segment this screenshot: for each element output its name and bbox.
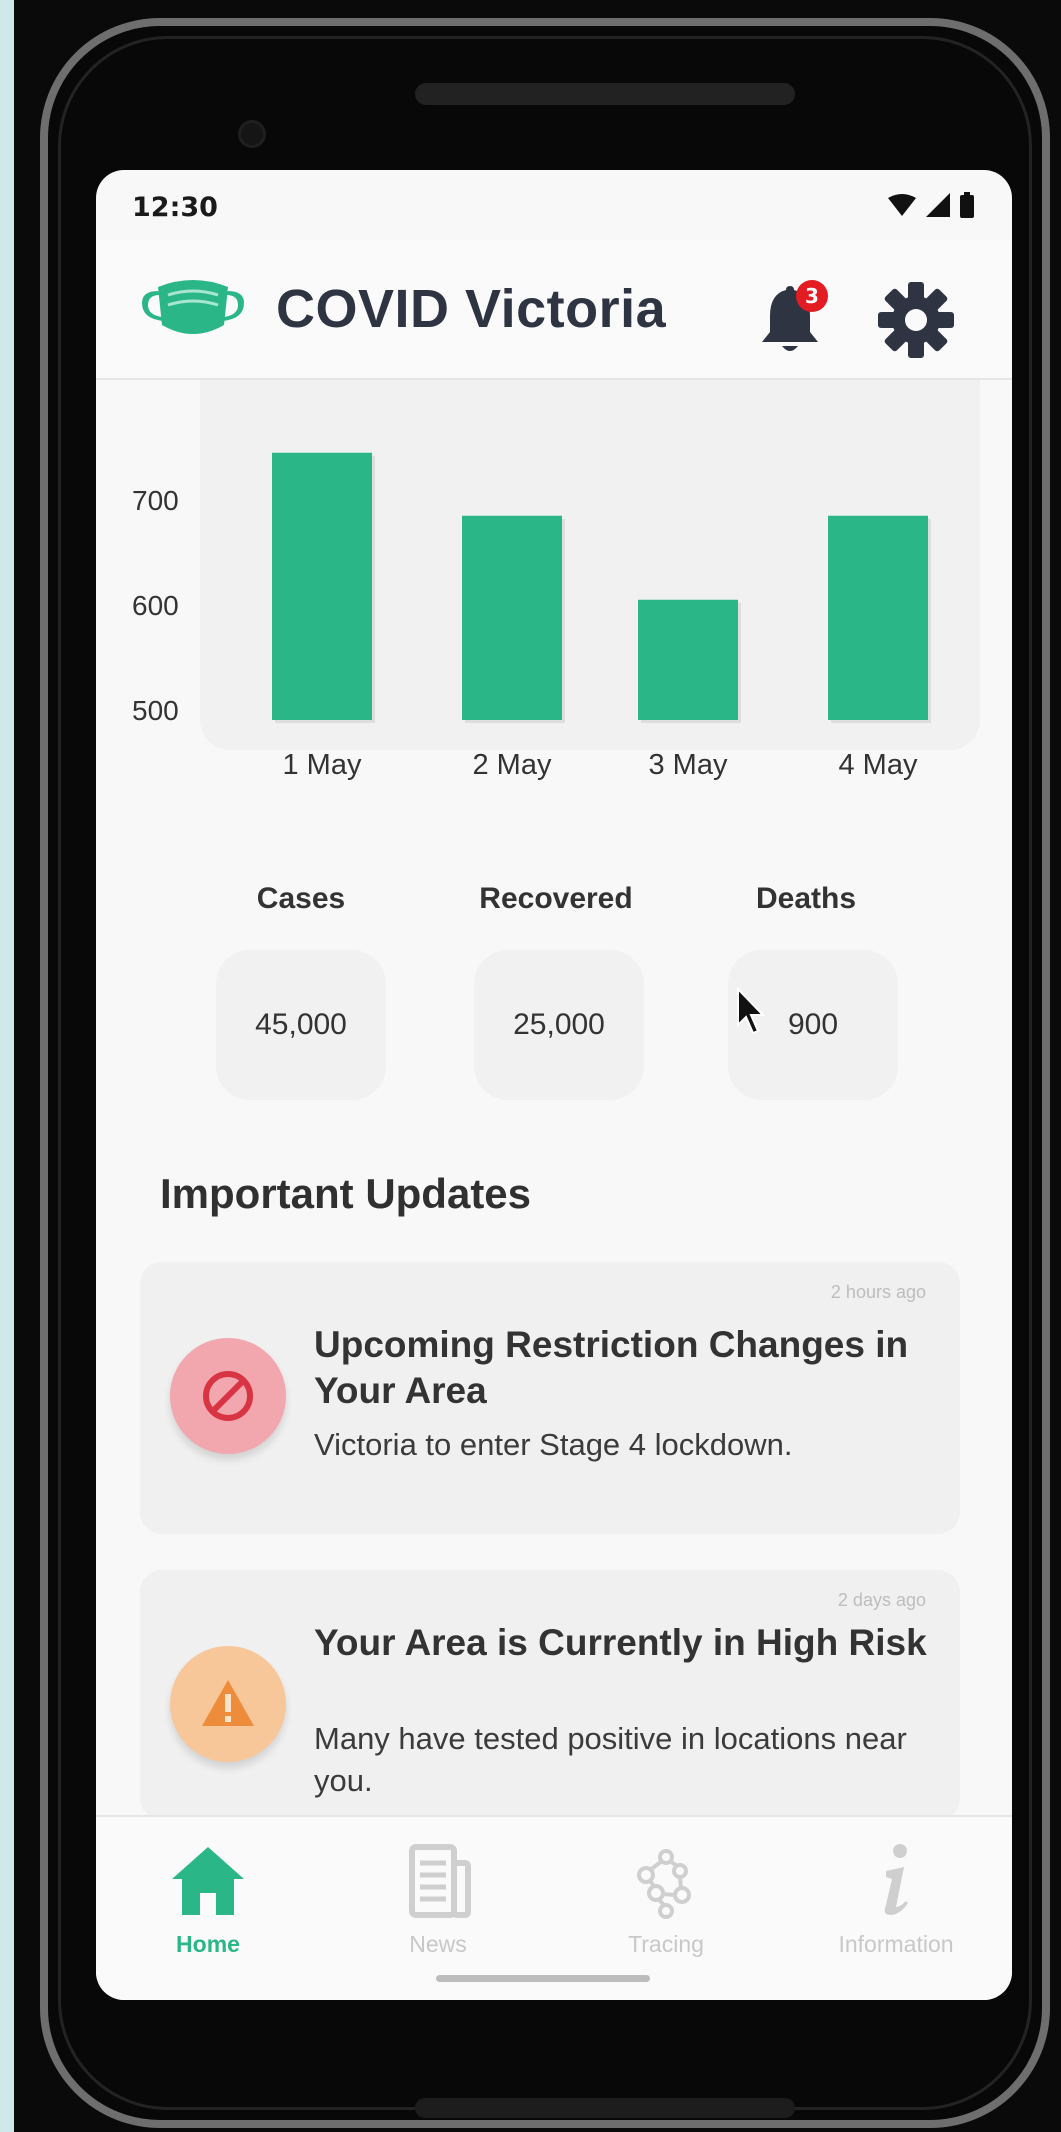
- y-tick-label: 500: [132, 695, 179, 726]
- nav-item-information[interactable]: Information: [796, 1835, 996, 1965]
- update-body: Victoria to enter Stage 4 lockdown.: [314, 1427, 793, 1462]
- update-card[interactable]: 2 days ago Your Area is Currently in Hig…: [140, 1570, 960, 1820]
- front-camera: [238, 120, 266, 148]
- battery-icon: [960, 192, 974, 218]
- y-tick-label: 700: [132, 485, 179, 516]
- bar[interactable]: [638, 599, 738, 720]
- nav-label-tracing: Tracing: [628, 1931, 704, 1957]
- y-tick-label: 600: [132, 590, 179, 621]
- section-title: Important Updates: [160, 1170, 532, 1217]
- top-speaker: [415, 83, 795, 105]
- update-icon: [170, 1646, 286, 1762]
- signal-icon: [926, 193, 950, 217]
- bottom-speaker: [415, 2098, 795, 2118]
- update-time: 2 days ago: [837, 1590, 926, 1610]
- home-icon: [172, 1847, 244, 1915]
- update-time: 2 hours ago: [830, 1282, 926, 1302]
- news-icon: [409, 1844, 471, 1918]
- update-title: Upcoming Restriction Changes in Your Are…: [314, 1324, 909, 1411]
- update-card[interactable]: 2 hours ago Upcoming Restriction Changes…: [140, 1262, 960, 1534]
- nav-label-news: News: [409, 1931, 467, 1957]
- nav-label-information: Information: [838, 1931, 954, 1957]
- update-title: Your Area is Currently in High Risk: [314, 1622, 927, 1663]
- nav-item-tracing[interactable]: Tracing: [566, 1835, 766, 1965]
- cases-bar-chart: 700 600 500 1 May 2 May 3 May 4 May: [132, 452, 931, 781]
- bar[interactable]: [272, 452, 372, 720]
- update-body: Many have tested positive in locations n…: [314, 1721, 907, 1798]
- update-icon: [170, 1338, 286, 1454]
- nav-label-home: Home: [176, 1931, 240, 1957]
- bar[interactable]: [828, 515, 928, 720]
- x-tick-label: 4 May: [839, 749, 918, 781]
- x-tick-label: 3 May: [649, 749, 728, 781]
- notification-badge: 3: [796, 280, 828, 312]
- mouse-pointer-icon: [737, 987, 766, 1035]
- status-time: 12:30: [132, 192, 218, 223]
- bar[interactable]: [462, 515, 562, 720]
- warning-icon: [202, 1680, 254, 1726]
- cases-value: 45,000: [216, 950, 386, 1100]
- app-header: COVID Victoria 3: [96, 240, 1012, 380]
- app-title: COVID Victoria: [276, 279, 667, 339]
- deaths-label: Deaths: [755, 882, 857, 915]
- notifications-button[interactable]: 3: [758, 280, 828, 360]
- nav-item-home[interactable]: Home: [108, 1835, 308, 1965]
- mask-logo-icon: [142, 280, 244, 334]
- tracing-icon: [637, 1849, 691, 1919]
- x-tick-label: 2 May: [473, 749, 552, 781]
- status-icons: [888, 192, 974, 218]
- x-tick-label: 1 May: [283, 749, 362, 781]
- bottom-nav: Home News Tracing Information: [96, 1815, 1012, 2000]
- information-icon: [884, 1844, 908, 1915]
- cases-label: Cases: [256, 882, 346, 915]
- nav-item-news[interactable]: News: [338, 1835, 538, 1965]
- settings-button[interactable]: [876, 280, 956, 360]
- no-entry-icon: [203, 1371, 253, 1421]
- status-bar: 12:30: [96, 170, 1012, 240]
- gear-icon: [878, 282, 954, 358]
- wifi-icon: [888, 194, 916, 216]
- app-screen: 12:30 COVID Victoria 3 700 600 500 1 May…: [96, 170, 1012, 2000]
- recovered-value: 25,000: [474, 950, 644, 1100]
- recovered-label: Recovered: [479, 882, 633, 915]
- home-indicator: [436, 1975, 650, 1982]
- background: [0, 0, 14, 2132]
